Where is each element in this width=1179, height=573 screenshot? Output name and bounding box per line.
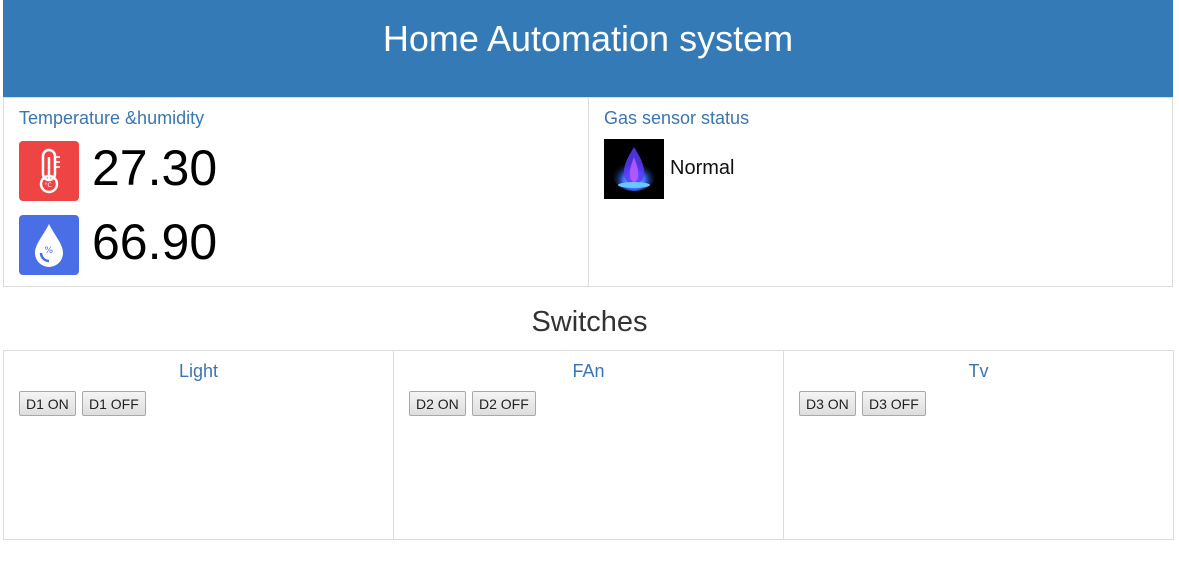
- temperature-humidity-title: Temperature &humidity: [19, 108, 205, 128]
- switch-panel-fan: FAn D2 ON D2 OFF: [393, 350, 784, 540]
- gas-flame-icon: [604, 139, 664, 199]
- humidity-value: 66.90: [92, 214, 218, 270]
- temperature-value: 27.30: [92, 140, 218, 196]
- switch-panel-light: Light D1 ON D1 OFF: [3, 350, 394, 540]
- temperature-humidity-panel: Temperature &humidity °C 27.30 % 66.90: [3, 97, 589, 287]
- humidity-drop-icon: %: [19, 215, 79, 275]
- page-header: Home Automation system: [3, 0, 1173, 97]
- d3-on-button[interactable]: D3 ON: [799, 391, 856, 416]
- d3-off-button[interactable]: D3 OFF: [862, 391, 926, 416]
- gas-sensor-title: Gas sensor status: [604, 108, 750, 128]
- switches-heading: Switches: [531, 306, 648, 338]
- gas-status-text: Normal: [670, 157, 735, 179]
- svg-text:%: %: [45, 246, 54, 256]
- d2-on-button[interactable]: D2 ON: [409, 391, 466, 416]
- d1-on-button[interactable]: D1 ON: [19, 391, 76, 416]
- gas-sensor-panel: Gas sensor status Normal: [588, 97, 1173, 287]
- page-title: Home Automation system: [382, 18, 794, 59]
- svg-text:°C: °C: [45, 182, 52, 189]
- switch-title-fan: FAn: [572, 361, 605, 381]
- switch-title-tv: Tv: [968, 361, 989, 381]
- switch-panel-tv: Tv D3 ON D3 OFF: [783, 350, 1174, 540]
- d2-off-button[interactable]: D2 OFF: [472, 391, 536, 416]
- switch-title-light: Light: [178, 361, 219, 381]
- d1-off-button[interactable]: D1 OFF: [82, 391, 146, 416]
- thermometer-icon: °C: [19, 141, 79, 201]
